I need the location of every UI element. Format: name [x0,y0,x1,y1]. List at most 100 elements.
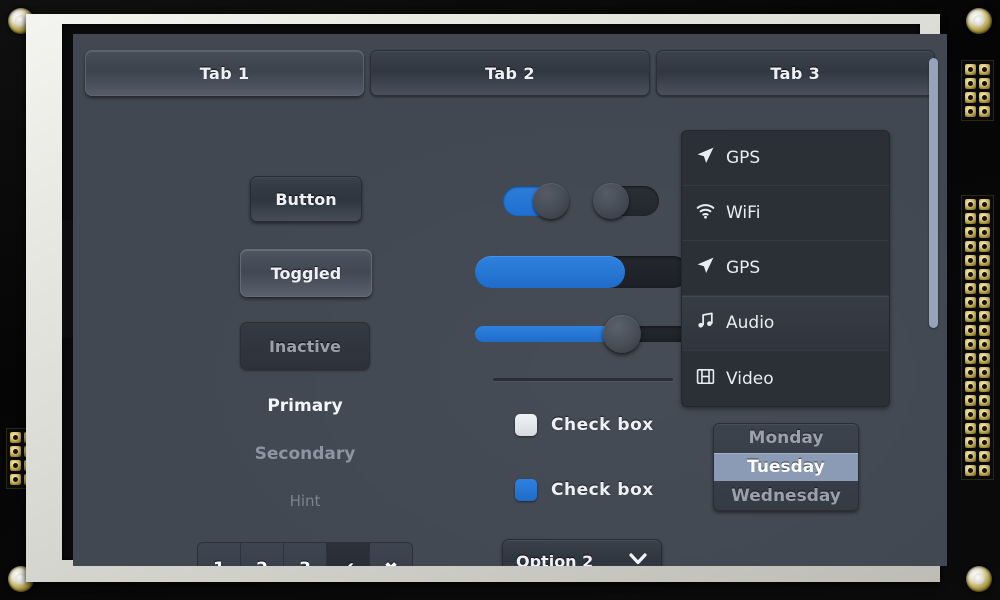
matrix-cell-3[interactable]: 3 [284,543,327,566]
slider-knobbed-fill [475,326,621,342]
solder-pad [979,106,990,117]
wifi-icon [696,201,715,225]
button-normal-label: Button [275,189,337,209]
tab-1-label: Tab 1 [199,63,250,83]
dropdown-value: Option 2 [516,551,594,567]
checkbox-row-checked[interactable]: Check box [515,479,654,501]
list-item-audio[interactable]: Audio [682,296,889,351]
list-item-gps-2-label: GPS [726,258,761,278]
tab-2-label: Tab 2 [485,63,535,83]
solder-pad [965,367,976,378]
roller-option-tuesday[interactable]: Tuesday [714,452,858,482]
solder-pad [965,64,976,75]
switch-on-knob[interactable] [533,183,569,219]
solder-pad [965,437,976,448]
roller-option-wednesday-label: Wednesday [731,485,841,506]
tab-1[interactable]: Tab 1 [85,50,365,96]
matrix-cell-close[interactable]: ✖ [370,543,412,566]
solder-pad [10,460,21,471]
solder-pad [979,311,990,322]
solder-pad [979,465,990,476]
list-item-gps-1-label: GPS [726,148,761,168]
switch-off-knob[interactable] [593,183,629,219]
solder-pad [965,423,976,434]
checkbox-unchecked-box[interactable] [515,414,537,436]
solder-pad [10,446,21,457]
label-secondary: Secondary [254,444,356,464]
solder-pad [979,255,990,266]
day-roller[interactable]: Monday Tuesday Wednesday [713,423,859,511]
tab-3[interactable]: Tab 3 [655,50,935,96]
slider-thick-fill [475,256,625,288]
slider-knobbed[interactable] [475,315,689,353]
solder-pad [965,311,976,322]
slider-thick[interactable] [475,256,689,288]
button-toggled[interactable]: Toggled [240,249,372,297]
solder-pad [979,381,990,392]
slider-knobbed-handle[interactable] [602,315,641,353]
video-icon [696,367,715,391]
solder-pad [979,92,990,103]
solder-pad [965,353,976,364]
button-toggled-label: Toggled [270,263,342,283]
horizontal-divider [493,378,673,381]
matrix-cell-2[interactable]: 2 [241,543,284,566]
dropdown-select[interactable]: Option 2 [502,539,662,566]
list-item-gps-1[interactable]: GPS [682,131,889,186]
dev-board-photo: Tab 1 Tab 2 Tab 3 Button Toggled Inactiv… [0,0,1000,600]
gps-icon [696,146,715,170]
matrix-cell-2-label: 2 [256,559,268,567]
solder-pad [965,227,976,238]
list-item-gps-2[interactable]: GPS [682,241,889,296]
chevron-down-icon [628,552,648,566]
matrix-cell-3-label: 3 [299,559,311,567]
solder-pad [979,409,990,420]
button-matrix[interactable]: 1 2 3 ✔ ✖ [197,542,413,566]
lcd-screen: Tab 1 Tab 2 Tab 3 Button Toggled Inactiv… [73,34,947,566]
solder-pad [979,367,990,378]
checkbox-unchecked-label: Check box [551,415,654,435]
solder-pad [979,423,990,434]
solder-pad [979,283,990,294]
checkbox-row-unchecked[interactable]: Check box [515,414,654,436]
solder-pad [979,199,990,210]
close-icon: ✖ [384,559,398,567]
switch-off[interactable] [593,183,659,219]
tab-2[interactable]: Tab 2 [370,50,650,96]
solder-pad [10,474,21,485]
pin-header-pads-right-main [961,195,994,480]
solder-pad [965,255,976,266]
solder-pad [965,241,976,252]
button-inactive-label: Inactive [268,336,342,356]
check-icon: ✔ [341,559,355,567]
solder-pad [979,451,990,462]
solder-pad [965,339,976,350]
matrix-cell-1[interactable]: 1 [198,543,241,566]
label-primary: Primary [267,396,343,416]
roller-option-monday[interactable]: Monday [714,424,858,453]
checkbox-checked-box[interactable] [515,479,537,501]
solder-pad [979,213,990,224]
options-list[interactable]: GPS WiFi GPS Audio Video [681,130,890,407]
matrix-cell-check[interactable]: ✔ [327,543,370,566]
list-item-video-label: Video [726,368,774,389]
roller-option-wednesday[interactable]: Wednesday [714,481,858,510]
audio-icon [696,311,715,335]
solder-pad [10,432,21,443]
solder-pad [965,269,976,280]
roller-option-tuesday-label: Tuesday [747,457,825,477]
button-inactive: Inactive [240,322,370,370]
list-item-video[interactable]: Video [682,351,889,406]
solder-pad [965,213,976,224]
button-normal[interactable]: Button [250,176,362,222]
solder-pad [965,465,976,476]
checkbox-checked-label: Check box [551,480,654,500]
roller-option-monday-label: Monday [748,428,824,449]
solder-pad [965,395,976,406]
list-item-wifi[interactable]: WiFi [682,186,889,241]
switch-on[interactable] [503,183,569,219]
solder-pad [979,297,990,308]
solder-pad [979,325,990,336]
solder-pad [979,78,990,89]
vertical-scrollbar[interactable] [929,58,938,328]
